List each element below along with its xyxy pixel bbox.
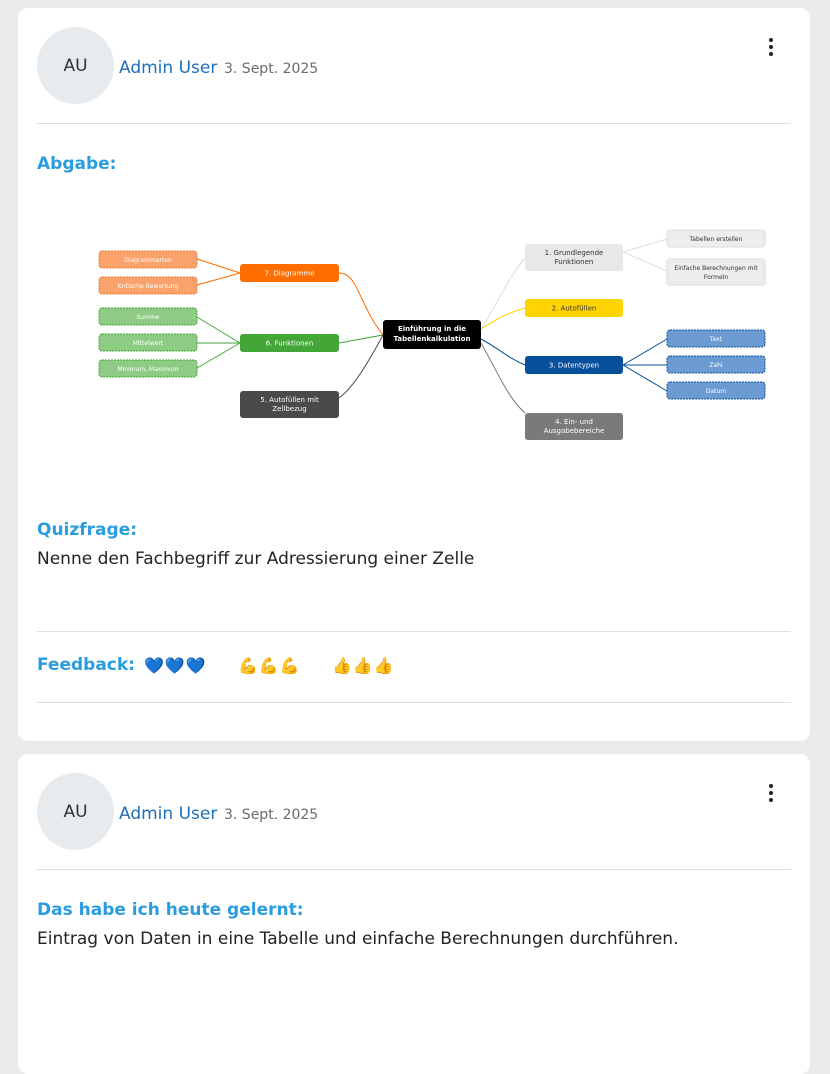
more-options-icon[interactable]: [761, 781, 781, 805]
mindmap-node-label: Summe: [137, 314, 160, 321]
mindmap-node-label: Einfache Berechnungen mit: [674, 265, 758, 272]
post-date: 3. Sept. 2025: [224, 807, 319, 823]
divider: [37, 869, 791, 870]
mindmap-node-label: 5. Autofüllen mit: [260, 396, 319, 404]
mindmap-node-label: 6. Funktionen: [266, 340, 314, 348]
author-name[interactable]: Admin User: [119, 804, 217, 824]
section-title-gelernt: Das habe ich heute gelernt:: [37, 900, 304, 920]
divider: [37, 631, 791, 632]
mindmap-center-label-2: Tabellenkalkulation: [394, 335, 471, 343]
mindmap-node-label: Minimum, Maximum: [117, 366, 178, 373]
mindmap-node-einfache-berechnungen: [666, 258, 766, 286]
avatar[interactable]: AU: [37, 27, 114, 104]
mindmap-node-label: Zellbezug: [272, 405, 306, 413]
mindmap-node-label: Text: [709, 336, 723, 343]
mindmap-node-label: 4. Ein- und: [555, 418, 593, 426]
mindmap-node-label: 3. Datentypen: [549, 362, 599, 370]
mindmap-image: Einführung in die Tabellenkalkulation 7.…: [98, 229, 766, 440]
mindmap-node-label: Funktionen: [555, 258, 594, 266]
post-date: 3. Sept. 2025: [224, 61, 319, 77]
mindmap-node-label: Tabellen erstellen: [689, 236, 743, 243]
feedback-label: Feedback:: [37, 655, 135, 675]
post-card: AU Admin User 3. Sept. 2025 Abgabe: Einf…: [18, 8, 810, 741]
mindmap-node-label: Datum: [706, 388, 726, 395]
flexed-biceps-reaction-icon[interactable]: 💪💪💪: [238, 656, 301, 675]
section-title-quizfrage: Quizfrage:: [37, 520, 138, 540]
mindmap-node-label: 1. Grundlegende: [545, 249, 604, 257]
avatar[interactable]: AU: [37, 773, 114, 850]
author-name[interactable]: Admin User: [119, 58, 217, 78]
mindmap-center-label-1: Einführung in die: [398, 325, 466, 333]
divider: [37, 123, 791, 124]
mindmap-node-label: 2. Autofüllen: [552, 305, 597, 313]
divider: [37, 702, 791, 703]
learned-text: Eintrag von Daten in eine Tabelle und ei…: [37, 929, 679, 949]
mindmap-node-label: Diagrammarten: [124, 257, 172, 264]
section-title-abgabe: Abgabe:: [37, 154, 117, 174]
mindmap-node-label: 7. Diagramme: [264, 270, 314, 278]
more-options-icon[interactable]: [761, 35, 781, 59]
quiz-question-text: Nenne den Fachbegriff zur Adressierung e…: [37, 549, 475, 569]
mindmap-node-label: Ausgabebereiche: [544, 427, 605, 435]
mindmap-node-label: Kritische Bewertung: [118, 283, 179, 290]
mindmap-node-label: Zahl: [709, 362, 723, 369]
post-card: AU Admin User 3. Sept. 2025 Das habe ich…: [18, 754, 810, 1074]
mindmap-node-label: Mittelwert: [133, 340, 164, 347]
mindmap-node-label: Formeln: [704, 274, 728, 281]
heart-reaction-icon[interactable]: 💙💙💙: [144, 656, 207, 675]
thumbs-up-reaction-icon[interactable]: 👍👍👍: [332, 656, 395, 675]
